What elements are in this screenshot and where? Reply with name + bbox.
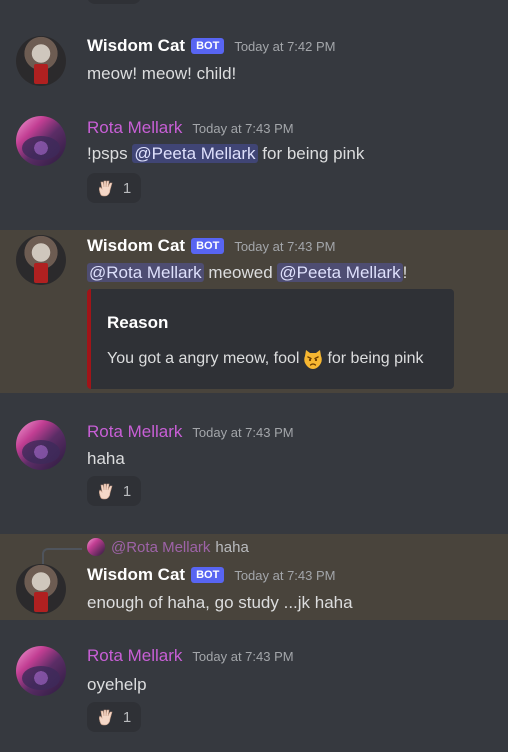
author-name[interactable]: Rota Mellark bbox=[87, 118, 182, 138]
avatar[interactable] bbox=[16, 564, 66, 614]
vulcan-salute-icon bbox=[97, 708, 115, 726]
reply-author[interactable]: @Rota Mellark bbox=[111, 539, 210, 556]
reply-text[interactable]: haha bbox=[215, 539, 248, 556]
vulcan-salute-icon bbox=[97, 179, 115, 197]
user-mention[interactable]: @Peeta Mellark bbox=[277, 263, 403, 282]
timestamp: Today at 7:43 PM bbox=[234, 568, 336, 583]
author-name[interactable]: Rota Mellark bbox=[87, 646, 182, 666]
bot-embed: Reason You got a angry meow, fool for be… bbox=[87, 289, 454, 389]
message-header: Rota Mellark Today at 7:43 PM bbox=[87, 118, 294, 138]
bot-badge: BOT bbox=[191, 238, 225, 254]
embed-description: You got a angry meow, fool for being pin… bbox=[107, 348, 424, 370]
timestamp: Today at 7:43 PM bbox=[192, 121, 294, 136]
embed-text-before: You got a angry meow, fool bbox=[107, 350, 300, 367]
text-middle: meowed bbox=[203, 263, 278, 282]
message-rota-1: Rota Mellark Today at 7:43 PM !psps @Pee… bbox=[0, 106, 508, 210]
message-header: Wisdom Cat BOT Today at 7:42 PM bbox=[87, 36, 335, 56]
text-suffix: for being pink bbox=[257, 144, 365, 163]
avatar[interactable] bbox=[16, 36, 66, 86]
author-name[interactable]: Wisdom Cat bbox=[87, 36, 185, 56]
embed-title: Reason bbox=[107, 313, 169, 332]
message-wisdom-cat-2: Wisdom Cat BOT Today at 7:43 PM @Rota Me… bbox=[0, 230, 508, 393]
reaction-count: 1 bbox=[122, 179, 132, 197]
previous-reaction-pill[interactable] bbox=[87, 0, 141, 4]
avatar[interactable] bbox=[16, 235, 66, 285]
vulcan-salute-icon bbox=[97, 482, 115, 500]
reply-connector bbox=[42, 548, 82, 566]
avatar[interactable] bbox=[16, 646, 66, 696]
message-text: meow! meow! child! bbox=[87, 64, 237, 83]
author-name[interactable]: Rota Mellark bbox=[87, 422, 182, 442]
timestamp: Today at 7:42 PM bbox=[234, 39, 336, 54]
pouting-cat-face-icon bbox=[302, 348, 324, 370]
timestamp: Today at 7:43 PM bbox=[234, 239, 336, 254]
embed-text-after: for being pink bbox=[327, 350, 424, 367]
message-wisdom-cat-1: Wisdom Cat BOT Today at 7:42 PM meow! me… bbox=[0, 26, 508, 96]
reaction-button[interactable]: 1 bbox=[87, 702, 141, 732]
avatar[interactable] bbox=[16, 116, 66, 166]
author-name[interactable]: Wisdom Cat bbox=[87, 236, 185, 256]
message-text: @Rota Mellark meowed @Peeta Mellark! bbox=[87, 263, 407, 283]
message-rota-3: Rota Mellark Today at 7:43 PM oyehelp 1 bbox=[0, 636, 508, 746]
reaction-button[interactable]: 1 bbox=[87, 476, 141, 506]
message-header: Wisdom Cat BOT Today at 7:43 PM bbox=[87, 565, 335, 585]
reply-avatar bbox=[87, 538, 105, 556]
user-mention[interactable]: @Rota Mellark bbox=[87, 263, 204, 282]
reaction-count: 1 bbox=[122, 708, 132, 726]
message-text: enough of haha, go study ...jk haha bbox=[87, 593, 353, 612]
message-header: Rota Mellark Today at 7:43 PM bbox=[87, 646, 294, 666]
text-suffix: ! bbox=[402, 263, 408, 282]
text-prefix: !psps bbox=[87, 144, 133, 163]
user-mention[interactable]: @Peeta Mellark bbox=[132, 144, 258, 163]
reply-reference[interactable]: @Rota Mellark haha bbox=[87, 538, 249, 556]
reaction-button[interactable]: 1 bbox=[87, 173, 141, 203]
bot-badge: BOT bbox=[191, 567, 225, 583]
message-text: !psps @Peeta Mellark for being pink bbox=[87, 144, 364, 164]
reaction-count: 1 bbox=[122, 482, 132, 500]
message-header: Rota Mellark Today at 7:43 PM bbox=[87, 422, 294, 442]
message-text: haha bbox=[87, 449, 125, 468]
author-name[interactable]: Wisdom Cat bbox=[87, 565, 185, 585]
message-text: oyehelp bbox=[87, 675, 147, 694]
bot-badge: BOT bbox=[191, 38, 225, 54]
timestamp: Today at 7:43 PM bbox=[192, 649, 294, 664]
timestamp: Today at 7:43 PM bbox=[192, 425, 294, 440]
message-rota-2: Rota Mellark Today at 7:43 PM haha 1 bbox=[0, 412, 508, 518]
message-header: Wisdom Cat BOT Today at 7:43 PM bbox=[87, 236, 335, 256]
message-wisdom-cat-3: @Rota Mellark haha Wisdom Cat BOT Today … bbox=[0, 534, 508, 620]
avatar[interactable] bbox=[16, 420, 66, 470]
